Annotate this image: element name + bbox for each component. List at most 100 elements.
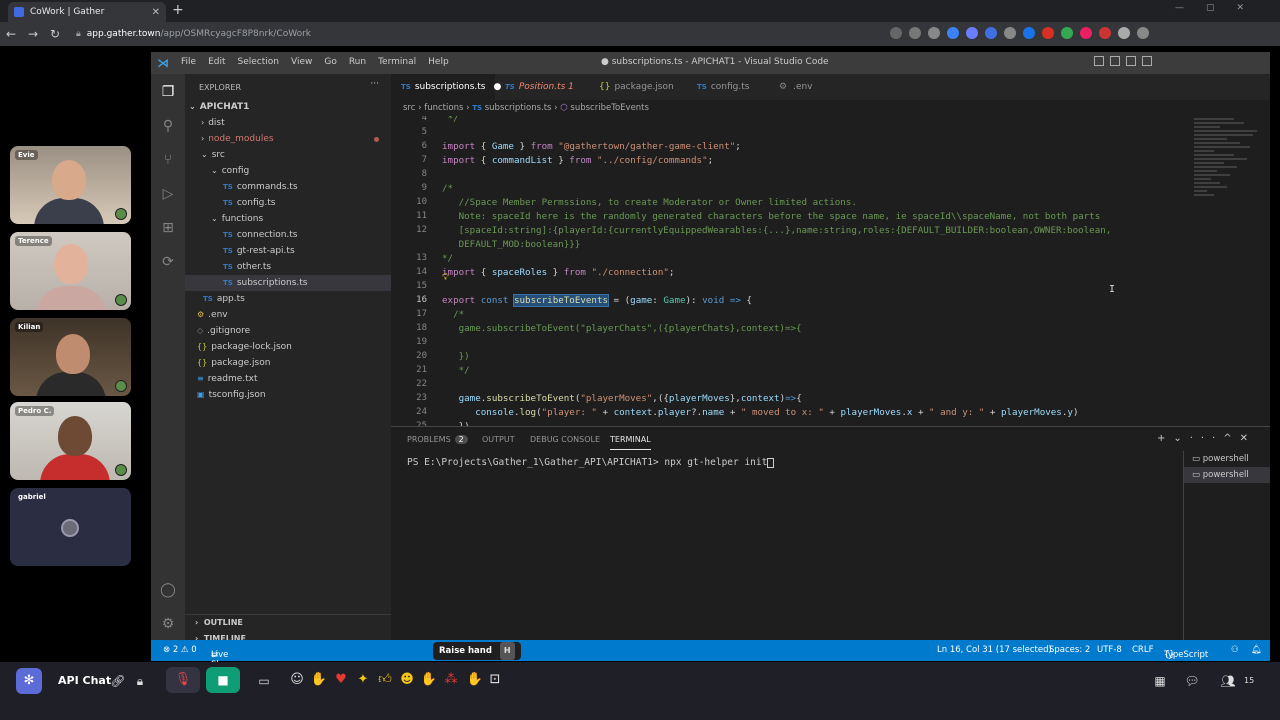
terminal-item[interactable]: ▭ powershell xyxy=(1184,451,1270,467)
toggle-sidebar-icon[interactable] xyxy=(1094,56,1104,66)
puzzle-icon[interactable] xyxy=(1118,27,1130,39)
back-icon[interactable]: ← xyxy=(0,27,22,41)
outline-header[interactable]: › OUTLINE xyxy=(185,615,391,631)
participant-video[interactable]: gabriel xyxy=(10,488,131,566)
share-icon[interactable] xyxy=(909,27,921,39)
breadcrumb-item[interactable]: src xyxy=(403,103,415,113)
tree-item-src[interactable]: ⌄ src xyxy=(185,147,391,163)
screen-share-icon[interactable]: ▭ xyxy=(254,671,274,691)
breadcrumb-item[interactable]: functions xyxy=(424,103,463,113)
tree-item-commands[interactable]: TS commands.ts xyxy=(185,179,391,195)
notifications-icon[interactable]: 🔔︎ xyxy=(1251,645,1262,655)
tree-item-package[interactable]: {} package.json xyxy=(185,355,391,371)
url-field[interactable]: 🔒︎ app.gather.town/app/OSMRcyagcF8P8nrk/… xyxy=(76,25,886,43)
tab-position[interactable]: TS Position.ts 1 xyxy=(495,74,589,100)
menu-file[interactable]: File xyxy=(181,57,196,67)
extension-icon[interactable] xyxy=(966,27,978,39)
tab-config[interactable]: TS config.ts xyxy=(687,74,769,100)
laugh-emoji-icon[interactable]: ☻ xyxy=(398,671,416,689)
account-icon[interactable]: ◯ xyxy=(159,582,177,600)
code-editor[interactable]: 4 */ 5 6 import { Game } from "@gatherto… xyxy=(391,116,1270,426)
run-debug-icon[interactable]: ▷ xyxy=(159,186,177,204)
browser-tab[interactable]: CoWork | Gather ✕ xyxy=(8,2,166,22)
participants-icon[interactable]: 👥︎ xyxy=(1218,671,1238,691)
tree-item-gitignore[interactable]: ◇ .gitignore xyxy=(185,323,391,339)
encoding-status[interactable]: UTF-8 xyxy=(1097,645,1122,655)
thumbs-up-emoji-icon[interactable]: 👍︎ xyxy=(376,671,394,689)
camera-toggle[interactable]: ■ xyxy=(206,667,240,693)
menu-terminal[interactable]: Terminal xyxy=(378,57,416,67)
terminal-item[interactable]: ▭ powershell xyxy=(1184,467,1270,483)
tree-item-readme[interactable]: ≡ readme.txt xyxy=(185,371,391,387)
more-reactions-icon[interactable]: ⊡ xyxy=(486,671,504,689)
tree-item-node-modules[interactable]: › node_modules xyxy=(185,131,391,147)
calendar-icon[interactable]: ▦ xyxy=(1150,671,1170,691)
terminal-output[interactable]: PS E:\Projects\Gather_1\Gather_API\APICH… xyxy=(407,457,775,468)
menu-run[interactable]: Run xyxy=(349,57,366,67)
extension-icon[interactable] xyxy=(947,27,959,39)
forward-icon[interactable]: → xyxy=(22,27,44,41)
hundred-emoji-icon[interactable]: ⁂ xyxy=(442,671,460,689)
tree-item-package-lock[interactable]: {} package-lock.json xyxy=(185,339,391,355)
explorer-icon[interactable]: ❐ xyxy=(159,84,177,102)
participant-video[interactable]: Evie xyxy=(10,146,131,224)
tab-output[interactable]: OUTPUT xyxy=(482,435,515,444)
tree-item-config[interactable]: ⌄ config xyxy=(185,163,391,179)
emoji-icon[interactable]: ☺ xyxy=(288,671,306,689)
menu-icon[interactable] xyxy=(1137,27,1149,39)
gear-icon[interactable]: ⚙ xyxy=(159,616,177,634)
gather-menu-icon[interactable]: ✻ xyxy=(16,668,42,694)
extensions-icon[interactable]: ⊞ xyxy=(159,220,177,238)
explorer-root[interactable]: ⌄ APICHAT1 xyxy=(185,99,391,115)
participant-video[interactable]: Kilian xyxy=(10,318,131,396)
tree-item-gt-rest-api[interactable]: TS gt-rest-api.ts xyxy=(185,243,391,259)
search-icon[interactable]: ⚲ xyxy=(159,118,177,136)
tab-package-json[interactable]: {} package.json xyxy=(589,74,687,100)
tab-subscriptions[interactable]: TS subscriptions.ts ● xyxy=(391,74,501,100)
reload-icon[interactable]: ↻ xyxy=(44,27,66,41)
feedback-icon[interactable]: ⚇ xyxy=(1231,645,1239,655)
indentation-status[interactable]: Spaces: 2 xyxy=(1049,645,1090,655)
raise-hand-icon[interactable]: ✋ xyxy=(466,671,484,689)
customize-layout-icon[interactable] xyxy=(1142,56,1152,66)
menu-edit[interactable]: Edit xyxy=(208,57,225,67)
tree-item-subscriptions[interactable]: TS subscriptions.ts xyxy=(185,275,391,291)
tree-item-app[interactable]: TS app.ts xyxy=(185,291,391,307)
more-actions-icon[interactable]: ··· xyxy=(370,79,379,89)
tab-problems[interactable]: PROBLEMS 2 xyxy=(407,435,468,444)
toggle-panel-icon[interactable] xyxy=(1110,56,1120,66)
microphone-toggle[interactable]: 🎙︎ xyxy=(166,667,200,693)
menu-go[interactable]: Go xyxy=(324,57,336,67)
tree-item-config-ts[interactable]: TS config.ts xyxy=(185,195,391,211)
breadcrumb-item[interactable]: subscribeToEvents xyxy=(570,103,649,113)
clap-emoji-icon[interactable]: ✋ xyxy=(420,671,438,689)
tree-item-functions[interactable]: ⌄ functions xyxy=(185,211,391,227)
close-tab-icon[interactable]: ✕ xyxy=(152,7,160,18)
remote-explorer-icon[interactable]: ⟳ xyxy=(159,254,177,272)
tree-item-tsconfig[interactable]: ▣ tsconfig.json xyxy=(185,387,391,403)
tree-item-connection[interactable]: TS connection.ts xyxy=(185,227,391,243)
lightbulb-icon[interactable]: 💡︎ xyxy=(442,272,449,283)
link-icon[interactable]: 🔗︎ xyxy=(108,671,128,691)
wave-emoji-icon[interactable]: ✋ xyxy=(310,671,328,689)
extension-icon[interactable] xyxy=(1023,27,1035,39)
tree-item-env[interactable]: ⚙ .env xyxy=(185,307,391,323)
menu-help[interactable]: Help xyxy=(428,57,449,67)
extension-icon[interactable] xyxy=(1099,27,1111,39)
participant-video[interactable]: Terence xyxy=(10,232,131,310)
cursor-position-status[interactable]: Ln 16, Col 31 (17 selected) xyxy=(937,645,1052,655)
eol-status[interactable]: CRLF xyxy=(1132,645,1153,655)
tab-terminal[interactable]: TERMINAL xyxy=(610,435,651,450)
chat-icon[interactable]: 💬︎ xyxy=(1182,671,1202,691)
breadcrumb-item[interactable]: subscriptions.ts xyxy=(485,103,552,113)
heart-emoji-icon[interactable]: ♥ xyxy=(332,671,350,689)
cast-icon[interactable] xyxy=(890,27,902,39)
lock-icon[interactable]: 🔒︎ xyxy=(130,671,150,691)
tree-item-other[interactable]: TS other.ts xyxy=(185,259,391,275)
tab-debug-console[interactable]: DEBUG CONSOLE xyxy=(530,435,600,444)
tab-env[interactable]: ⚙ .env xyxy=(769,74,859,100)
errors-warnings-status[interactable]: ⊗ 2 ⚠ 0 xyxy=(163,645,197,655)
tree-item-dist[interactable]: › dist xyxy=(185,115,391,131)
menu-selection[interactable]: Selection xyxy=(238,57,279,67)
star-icon[interactable] xyxy=(928,27,940,39)
